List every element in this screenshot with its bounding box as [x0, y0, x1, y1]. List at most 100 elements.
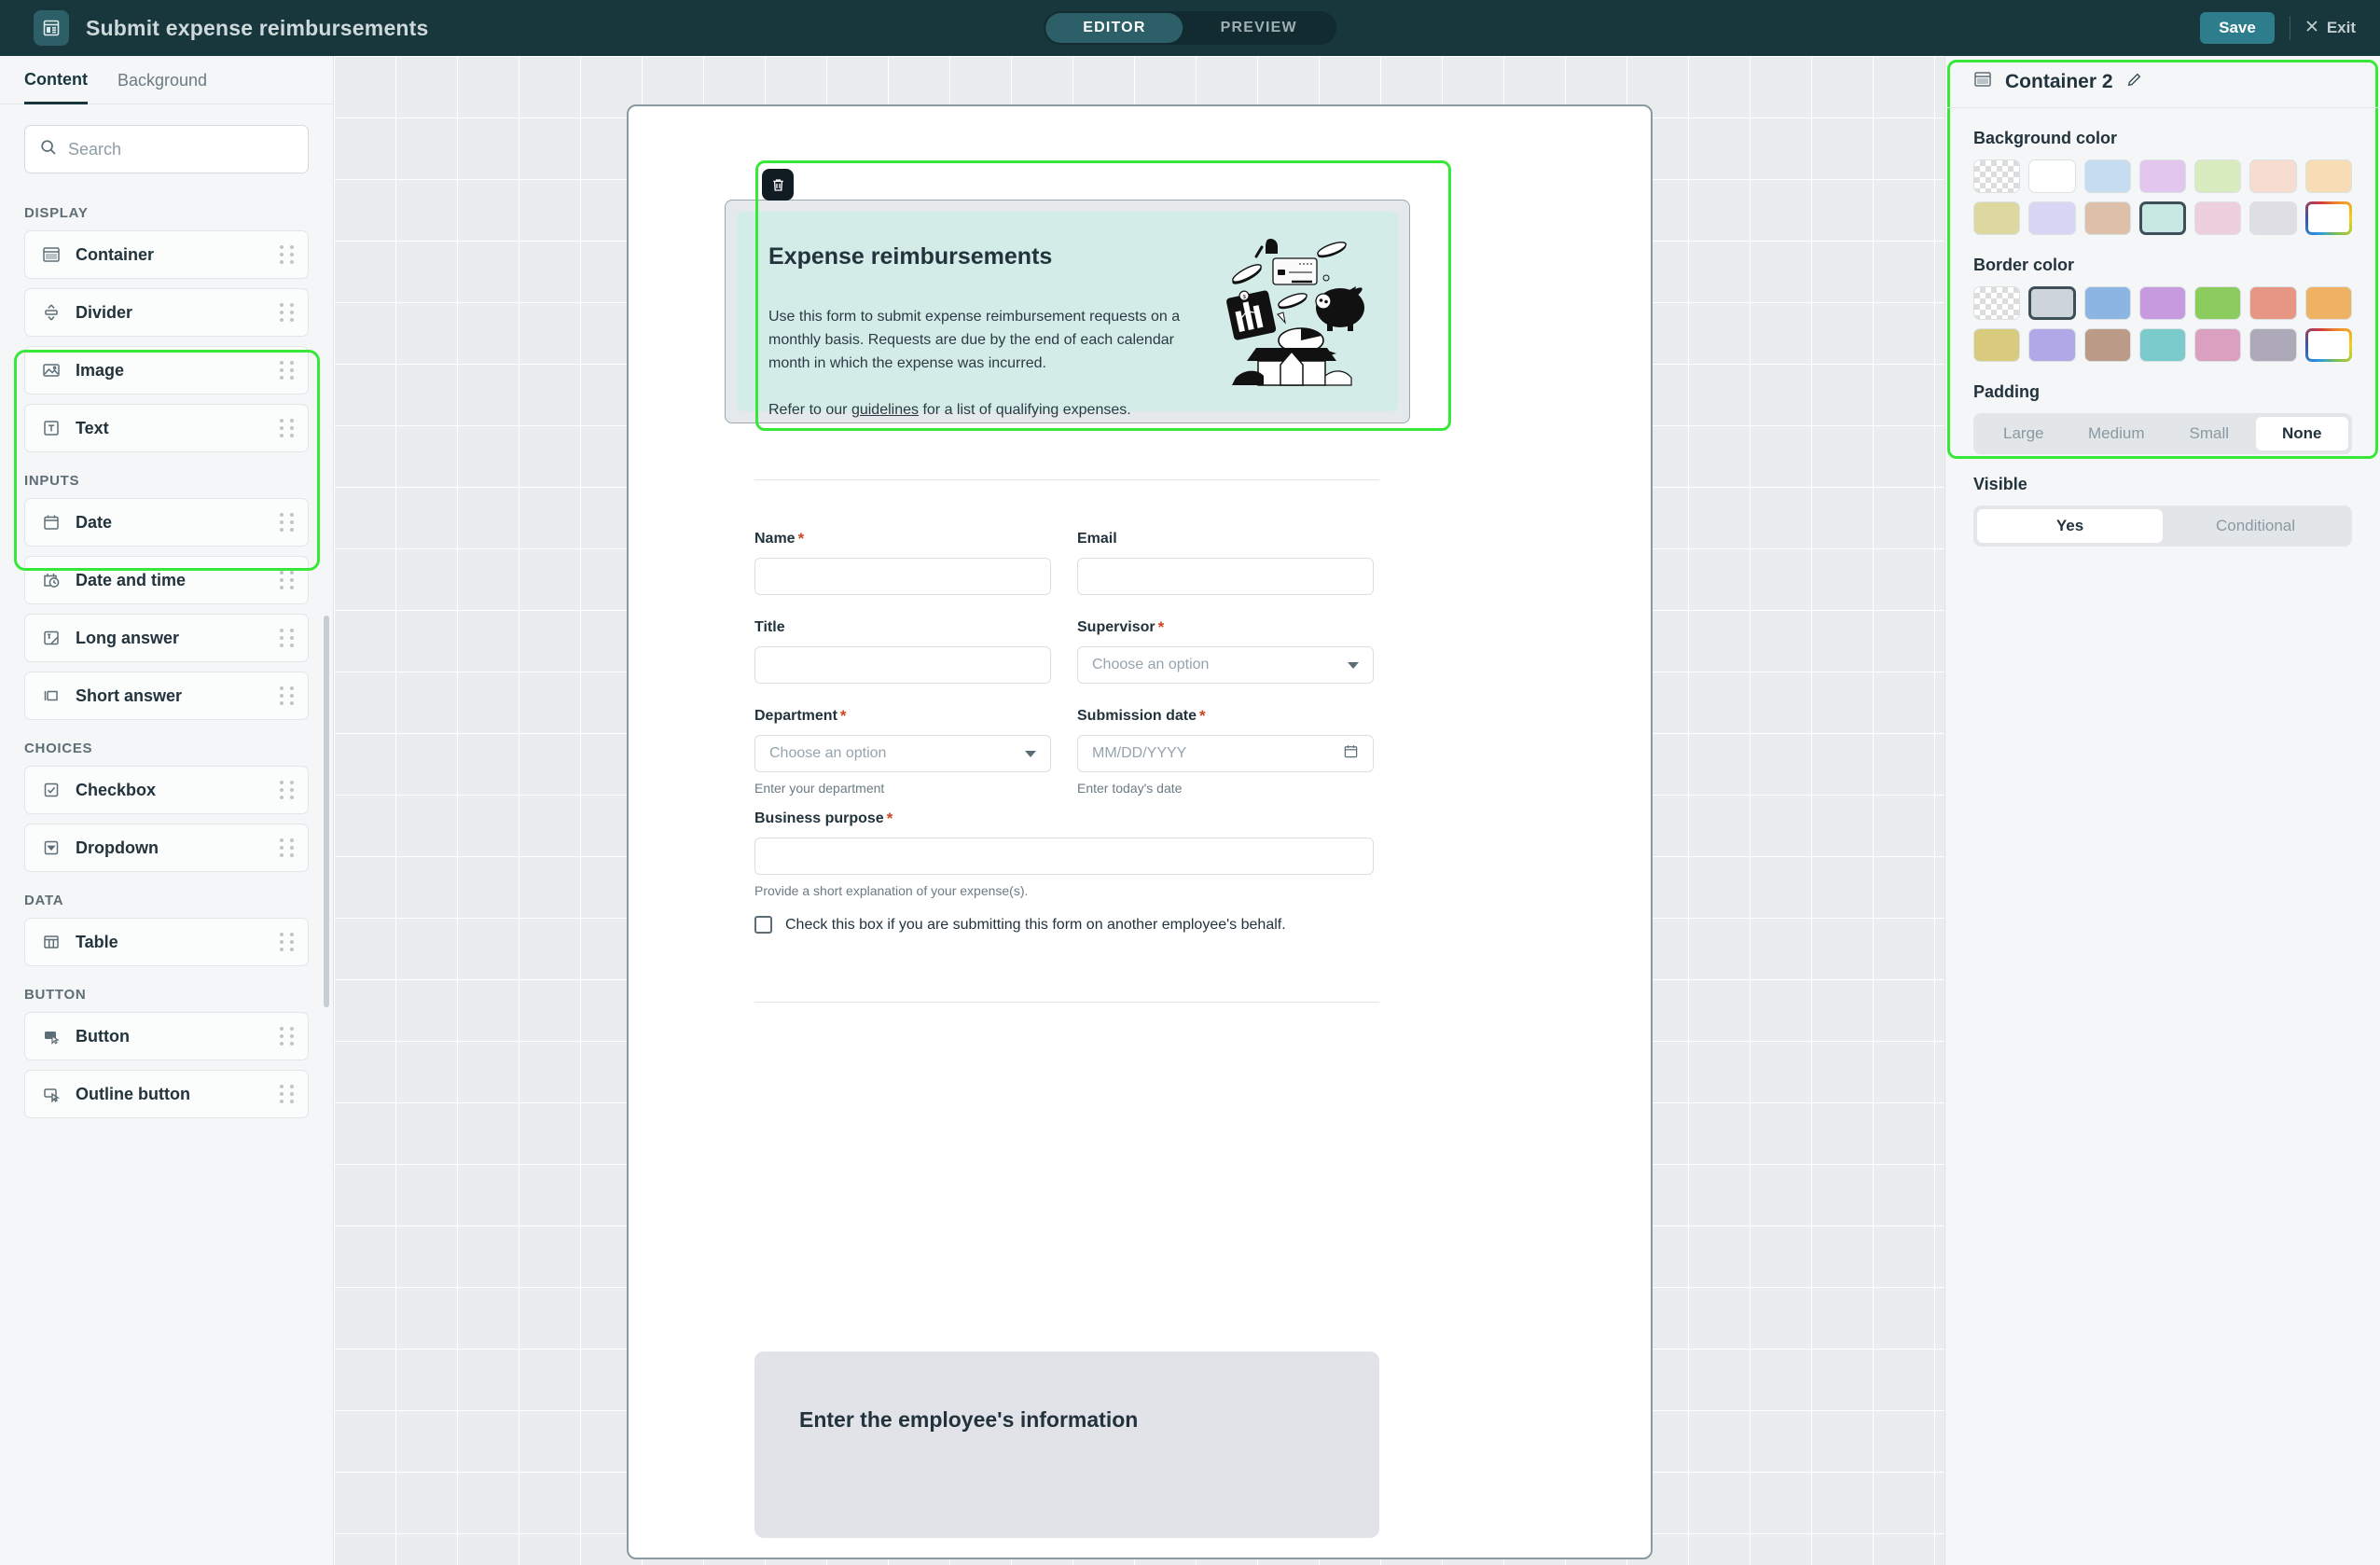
email-input[interactable]	[1077, 558, 1374, 595]
name-input[interactable]	[754, 558, 1051, 595]
border-swatch-teal[interactable]	[2138, 328, 2187, 362]
bg-swatch-tan[interactable]	[2083, 201, 2131, 235]
palette-item-label: Table	[76, 932, 118, 951]
border-swatch-orange[interactable]	[2304, 286, 2352, 320]
drag-handle[interactable]	[280, 781, 295, 799]
border-swatch-pink[interactable]	[2194, 328, 2242, 362]
palette-item-image[interactable]: Image	[24, 346, 309, 395]
border-swatch-gray-selected[interactable]	[2028, 286, 2076, 320]
palette-item-container[interactable]: Container	[24, 230, 309, 279]
border-swatch-khaki[interactable]	[1973, 328, 2021, 362]
palette-item-button[interactable]: Button	[24, 1012, 309, 1060]
palette-item-table[interactable]: Table	[24, 918, 309, 966]
border-swatch-purple[interactable]	[2138, 286, 2187, 320]
tab-editor[interactable]: EDITOR	[1045, 13, 1183, 43]
palette-item-short-answer[interactable]: Short answer	[24, 672, 309, 720]
drag-handle[interactable]	[280, 513, 295, 532]
bg-swatch-lavender[interactable]	[2028, 201, 2076, 235]
bg-swatch-custom[interactable]	[2305, 201, 2352, 235]
palette-item-long-answer[interactable]: Long answer	[24, 614, 309, 662]
palette-item-checkbox[interactable]: Checkbox	[24, 766, 309, 814]
drag-handle[interactable]	[280, 303, 295, 322]
border-swatch-green[interactable]	[2194, 286, 2242, 320]
save-button[interactable]: Save	[2200, 12, 2275, 44]
calendar-icon[interactable]	[1343, 743, 1359, 764]
bg-swatch-blue[interactable]	[2083, 159, 2131, 193]
padding-option-large[interactable]: Large	[1977, 417, 2070, 450]
field-department: Department * Choose an option Enter your…	[754, 708, 1051, 796]
bg-swatch-peach[interactable]	[2249, 159, 2297, 193]
department-select[interactable]: Choose an option	[754, 735, 1051, 772]
required-marker: *	[797, 530, 805, 547]
palette-item-divider[interactable]: Divider	[24, 288, 309, 337]
drag-handle[interactable]	[280, 245, 295, 264]
title-input[interactable]	[754, 646, 1051, 684]
padding-option-none[interactable]: None	[2255, 417, 2348, 450]
tab-background[interactable]: Background	[118, 57, 207, 103]
bg-swatch-gray[interactable]	[2249, 201, 2297, 235]
behalf-checkbox[interactable]	[754, 916, 772, 934]
padding-option-small[interactable]: Small	[2163, 417, 2256, 450]
supervisor-select[interactable]: Choose an option	[1077, 646, 1374, 684]
top-bar-actions: Save Exit	[2200, 12, 2356, 44]
border-swatch-transparent[interactable]	[1973, 286, 2021, 320]
palette-item-dropdown[interactable]: Dropdown	[24, 824, 309, 872]
palette-item-outline-button[interactable]: Outline button	[24, 1070, 309, 1118]
palette-item-label: Outline button	[76, 1084, 190, 1103]
border-swatch-lavender[interactable]	[2028, 328, 2076, 362]
visible-option-conditional[interactable]: Conditional	[2163, 509, 2348, 543]
search-input[interactable]	[68, 139, 293, 159]
exit-button[interactable]: Exit	[2305, 19, 2356, 37]
group-label-data: DATA	[24, 893, 64, 908]
palette-item-date-and-time[interactable]: Date and time	[24, 556, 309, 604]
department-placeholder: Choose an option	[769, 745, 887, 761]
bg-swatch-orange[interactable]	[2304, 159, 2352, 193]
form-canvas[interactable]: Expense reimbursements Use this form to …	[334, 56, 1944, 1565]
drag-handle[interactable]	[280, 1027, 295, 1046]
field-label-text: Name	[754, 531, 796, 547]
drag-handle[interactable]	[280, 361, 295, 380]
tab-preview[interactable]: PREVIEW	[1183, 13, 1335, 43]
field-label-text: Email	[1077, 531, 1117, 547]
behalf-checkbox-row[interactable]: Check this box if you are submitting thi…	[754, 916, 1286, 934]
drag-handle[interactable]	[280, 571, 295, 589]
bg-swatch-teal-selected[interactable]	[2138, 201, 2187, 235]
border-swatch-blue[interactable]	[2083, 286, 2131, 320]
border-swatch-tan[interactable]	[2083, 328, 2131, 362]
properties-panel: Container 2 Background color Border colo…	[1944, 56, 2380, 1565]
pencil-icon[interactable]	[2126, 72, 2142, 92]
palette-item-text[interactable]: Text	[24, 404, 309, 452]
required-marker: *	[1199, 707, 1206, 725]
bg-swatch-green[interactable]	[2194, 159, 2242, 193]
group-label-display: DISPLAY	[24, 205, 89, 221]
visible-option-yes[interactable]: Yes	[1977, 509, 2163, 543]
bg-swatch-purple[interactable]	[2138, 159, 2187, 193]
padding-option-medium[interactable]: Medium	[2070, 417, 2164, 450]
drag-handle[interactable]	[280, 686, 295, 705]
employee-info-section[interactable]: Enter the employee's information	[754, 1351, 1379, 1538]
trash-icon[interactable]	[762, 169, 794, 201]
app-logo-icon	[34, 10, 69, 46]
bg-swatch-pink[interactable]	[2194, 201, 2242, 235]
search-box[interactable]	[24, 125, 309, 173]
drag-handle[interactable]	[280, 419, 295, 437]
business-purpose-input[interactable]	[754, 838, 1374, 875]
long-answer-icon	[38, 629, 64, 647]
sidebar-scrollbar[interactable]	[324, 616, 329, 1007]
drag-handle[interactable]	[280, 933, 295, 951]
tab-content[interactable]: Content	[24, 56, 88, 104]
border-swatch-custom[interactable]	[2305, 328, 2352, 362]
palette-item-label: Checkbox	[76, 780, 157, 799]
palette-item-date[interactable]: Date	[24, 498, 309, 547]
submission-date-input[interactable]: MM/DD/YYYY	[1077, 735, 1374, 772]
palette-item-label: Button	[76, 1026, 130, 1046]
border-swatch-mauve[interactable]	[2249, 328, 2297, 362]
drag-handle[interactable]	[280, 1085, 295, 1103]
bg-swatch-khaki[interactable]	[1973, 201, 2021, 235]
bg-swatch-white[interactable]	[2028, 159, 2076, 193]
bg-swatch-transparent[interactable]	[1973, 159, 2021, 193]
border-swatch-salmon[interactable]	[2249, 286, 2297, 320]
mode-switch: EDITOR PREVIEW	[1044, 11, 1336, 45]
drag-handle[interactable]	[280, 838, 295, 857]
drag-handle[interactable]	[280, 629, 295, 647]
